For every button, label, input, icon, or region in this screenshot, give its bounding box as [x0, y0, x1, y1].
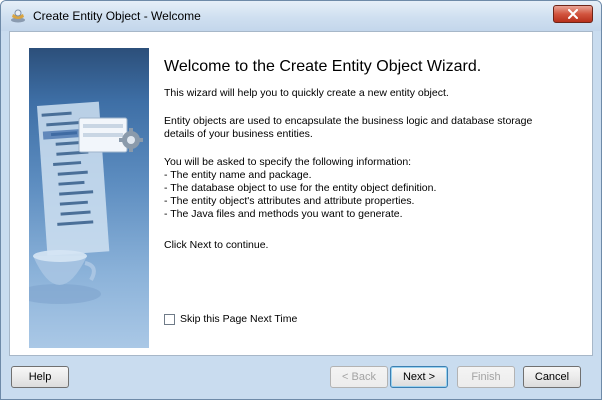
skip-page-checkbox[interactable]	[164, 314, 175, 325]
info-intro: You will be asked to specify the followi…	[164, 156, 412, 168]
click-next-text: Click Next to continue.	[164, 239, 269, 251]
close-button[interactable]	[553, 5, 593, 23]
description-line-2: details of your business entities.	[164, 128, 313, 140]
info-item: - The database object to use for the ent…	[164, 182, 437, 194]
info-item: - The entity object's attributes and att…	[164, 195, 415, 207]
finish-button[interactable]: Finish	[457, 366, 515, 388]
close-icon	[568, 9, 578, 19]
window-title: Create Entity Object - Welcome	[33, 9, 201, 23]
cancel-button[interactable]: Cancel	[523, 366, 581, 388]
wizard-app-icon	[10, 8, 26, 24]
help-button[interactable]: Help	[11, 366, 69, 388]
skip-page-label[interactable]: Skip this Page Next Time	[180, 313, 297, 325]
wizard-window: Create Entity Object - Welcome Welcome t…	[0, 0, 602, 400]
info-item: - The Java files and methods you want to…	[164, 208, 403, 220]
intro-text: This wizard will help you to quickly cre…	[164, 87, 449, 99]
description-line-1: Entity objects are used to encapsulate t…	[164, 115, 533, 127]
page-heading: Welcome to the Create Entity Object Wiza…	[164, 58, 482, 75]
wizard-illustration	[29, 48, 149, 348]
info-item: - The entity name and package.	[164, 169, 312, 181]
title-bar[interactable]: Create Entity Object - Welcome	[1, 1, 601, 31]
wizard-content-panel: Welcome to the Create Entity Object Wiza…	[9, 31, 593, 356]
next-button[interactable]: Next >	[390, 366, 448, 388]
back-button[interactable]: < Back	[330, 366, 388, 388]
